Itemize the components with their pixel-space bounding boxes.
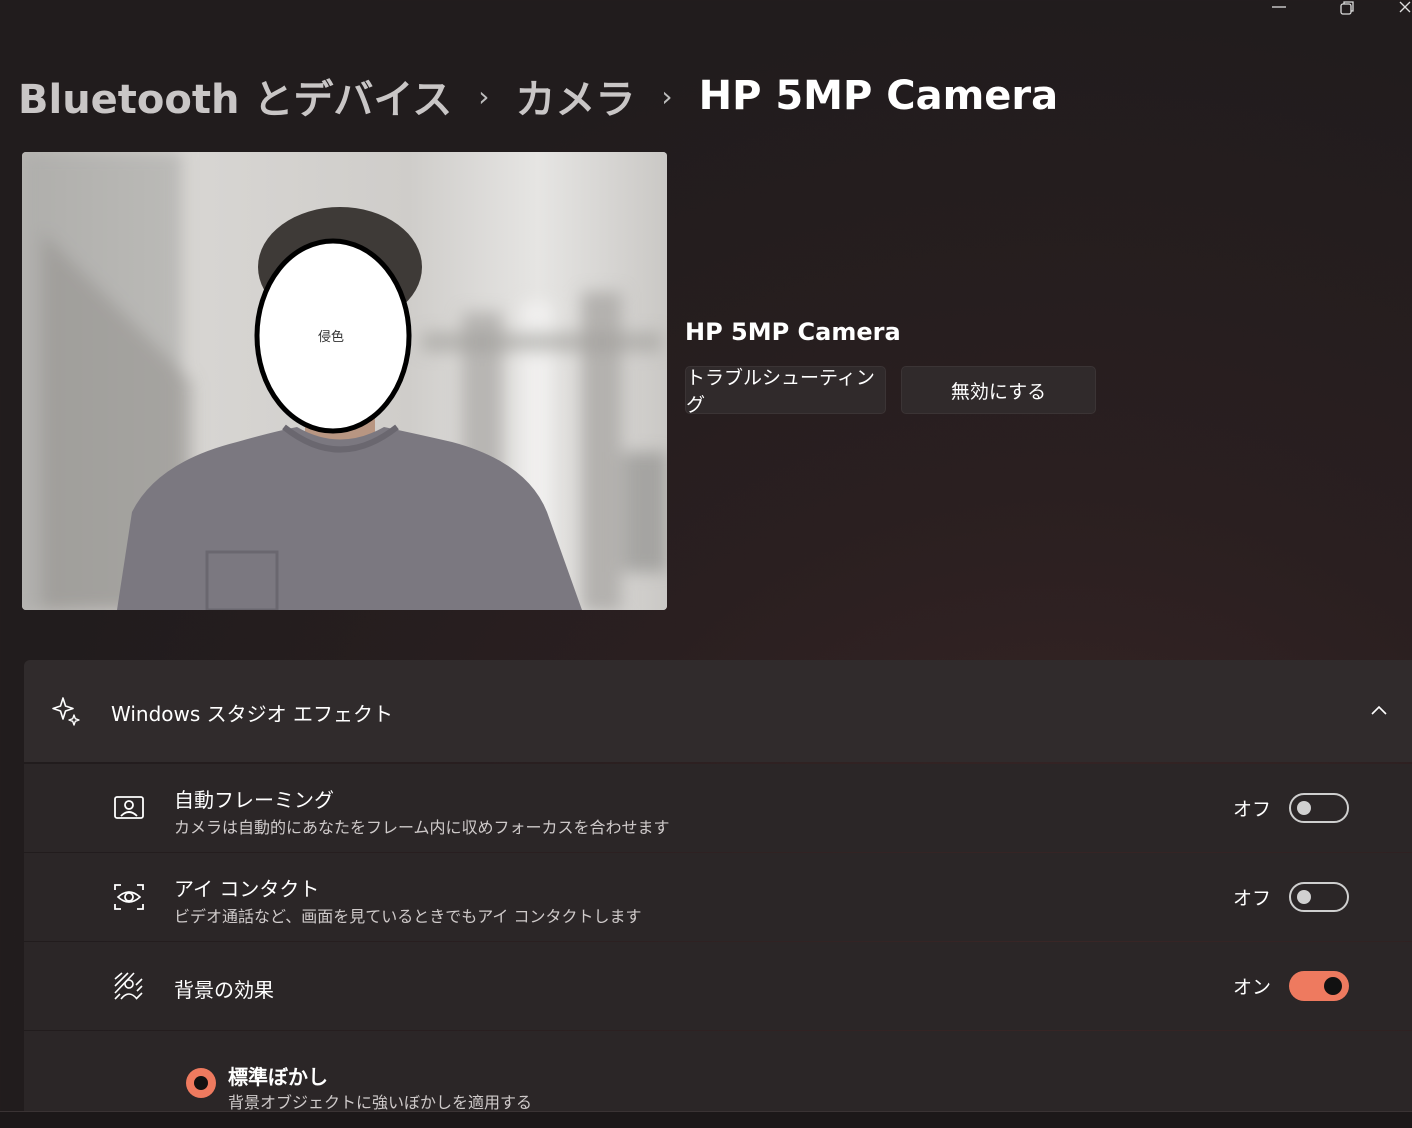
standard-blur-title: 標準ぼかし (228, 1065, 328, 1089)
minimize-icon (1272, 6, 1286, 8)
studio-effects-title: Windows スタジオ エフェクト (111, 702, 393, 726)
restore-icon (1340, 1, 1354, 15)
breadcrumb-cameras[interactable]: カメラ (515, 67, 635, 125)
toggle-knob (1297, 801, 1311, 815)
device-name: HP 5MP Camera (685, 318, 901, 346)
auto-framing-description: カメラは自動的にあなたをフレーム内に収めフォーカスを合わせます (174, 818, 670, 837)
restore-button[interactable] (1332, 0, 1362, 20)
background-effects-state: オン (1232, 976, 1271, 999)
disable-button[interactable]: 無効にする (901, 366, 1096, 414)
eye-contact-toggle[interactable] (1289, 882, 1349, 912)
standard-blur-option[interactable]: 標準ぼかし 背景オブジェクトに強いぼかしを適用する (24, 1031, 1412, 1121)
sparkle-icon (52, 697, 80, 726)
auto-framing-toggle[interactable] (1289, 793, 1349, 823)
camera-preview-image (22, 152, 667, 610)
framing-icon (114, 796, 144, 819)
face-mask-label: 侵色 (318, 330, 345, 345)
close-icon (1399, 1, 1411, 13)
chevron-up-icon[interactable] (1370, 704, 1388, 716)
auto-framing-row: 自動フレーミング カメラは自動的にあなたをフレーム内に収めフォーカスを合わせます… (24, 764, 1412, 852)
standard-blur-description: 背景オブジェクトに強いぼかしを適用する (228, 1093, 533, 1112)
toggle-knob (1297, 890, 1311, 904)
breadcrumb-separator: › (478, 79, 490, 113)
breadcrumb-separator: › (661, 79, 673, 113)
auto-framing-state: オフ (1232, 798, 1271, 821)
radio-dot (194, 1076, 208, 1090)
eye-contact-description: ビデオ通話など、画面を見ているときでもアイ コンタクトします (174, 907, 642, 926)
eye-contact-title: アイ コンタクト (174, 877, 320, 901)
device-info: HP 5MP Camera (685, 318, 901, 346)
eye-contact-state: オフ (1232, 887, 1271, 910)
background-effects-row: 背景の効果 オン (24, 942, 1412, 1030)
breadcrumb-bluetooth-devices[interactable]: Bluetooth とデバイス (18, 67, 452, 125)
eye-contact-row: アイ コンタクト ビデオ通話など、画面を見ているときでもアイ コンタクトします … (24, 853, 1412, 941)
studio-effects-header[interactable]: Windows スタジオ エフェクト (24, 660, 1412, 762)
camera-preview: 侵色 (22, 152, 667, 610)
eye-contact-icon (114, 884, 144, 910)
auto-framing-title: 自動フレーミング (174, 788, 334, 812)
close-button[interactable] (1390, 0, 1412, 20)
minimize-button[interactable] (1264, 0, 1294, 20)
toggle-knob (1324, 977, 1342, 995)
standard-blur-radio[interactable] (186, 1068, 216, 1098)
title-bar (1212, 0, 1412, 20)
troubleshoot-button[interactable]: トラブルシューティング (685, 366, 886, 416)
taskbar-edge (0, 1111, 1412, 1128)
page-title: HP 5MP Camera (698, 73, 1059, 119)
background-effects-toggle[interactable] (1289, 971, 1349, 1001)
studio-effects-panel: Windows スタジオ エフェクト 自動フレーミング カメラは自動的にあなたを… (24, 660, 1412, 1121)
background-effects-title: 背景の効果 (174, 978, 274, 1002)
breadcrumb: Bluetooth とデバイス › カメラ › HP 5MP Camera (18, 66, 1058, 126)
background-effects-icon (114, 972, 143, 1000)
